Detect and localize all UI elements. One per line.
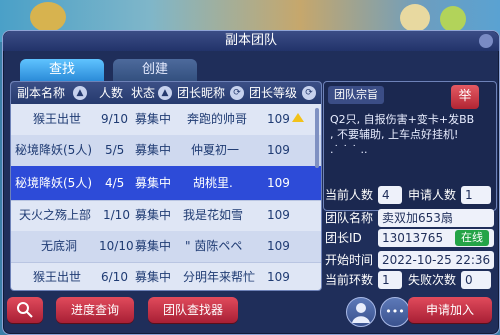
refresh-icon[interactable]: ⟳ — [302, 86, 316, 100]
member-count: 5/5 — [105, 143, 125, 157]
team-status: 募集中 — [135, 208, 172, 222]
more-icon: ••• — [385, 305, 405, 318]
search-button[interactable] — [7, 297, 43, 323]
current-round-value: 1 — [378, 271, 402, 289]
list-scrollbar[interactable] — [315, 108, 319, 168]
table-header: 副本名称 ▲ 人数 状态 ▲ 团长昵称 ⟳ 团长等级 ⟳ — [11, 82, 321, 104]
start-time-label: 开始时间 — [325, 253, 374, 267]
team-dungeon-panel: 副本团队 查找 创建 副本名称 ▲ 人数 状态 ▲ 团长昵称 ⟳ 团长等级 ⟳ … — [2, 30, 500, 335]
team-name-label: 团队名称 — [325, 211, 374, 225]
person-icon — [352, 303, 370, 323]
current-round-label: 当前环数 — [325, 273, 374, 287]
header-status[interactable]: 状态 — [131, 82, 155, 104]
panel-title: 副本团队 — [3, 31, 499, 51]
dungeon-name: 猴王出世 — [33, 270, 82, 284]
refresh-icon[interactable]: ⟳ — [230, 86, 244, 100]
team-status: 募集中 — [135, 270, 172, 284]
scene-creature — [440, 6, 466, 32]
member-count: 4/5 — [105, 176, 125, 190]
leader-level: 109 — [267, 239, 290, 253]
member-count: 1/10 — [103, 208, 130, 222]
member-count: 10/10 — [99, 239, 134, 253]
declaration-text: Q2只, 自报伤害+变卡+发BB , 不要辅助, 上车点好挂机! .˙ ˙ ˙ … — [330, 113, 475, 156]
table-row[interactable]: 猴王出世 6/10 募集中 分明年来帮忙 109 — [11, 262, 321, 290]
team-list: 副本名称 ▲ 人数 状态 ▲ 团长昵称 ⟳ 团长等级 ⟳ 猴王出世 9/10 募… — [10, 81, 322, 291]
leader-level: 109 — [267, 176, 290, 190]
current-count-value: 4 — [378, 186, 402, 204]
team-name-value: 卖双加653扇 — [378, 209, 494, 227]
leader-name: 我是花如雪 — [183, 208, 244, 222]
more-options-button[interactable]: ••• — [380, 297, 410, 327]
leader-level: 109 — [267, 270, 290, 284]
team-finder-button[interactable]: 团队查找器 — [148, 297, 238, 323]
scene-creature — [30, 2, 66, 32]
leader-name: 分明年来帮忙 — [183, 270, 256, 284]
fail-count-label: 失败次数 — [408, 273, 457, 287]
dungeon-name: 秘境降妖(5人) — [15, 143, 92, 157]
member-count: 6/10 — [101, 270, 128, 284]
applicants-label: 申请人数 — [408, 188, 457, 202]
declaration-title: 团队宗旨 — [328, 86, 384, 104]
leader-level: 109 — [267, 143, 290, 157]
team-status: 募集中 — [135, 143, 172, 157]
team-status: 募集中 — [135, 176, 172, 190]
level-up-icon — [292, 113, 304, 122]
start-time-value: 2022-10-25 22:36 — [378, 251, 494, 269]
table-row[interactable]: 无底洞 10/10 募集中 " 茵陈ペペ 109 — [11, 231, 321, 263]
team-status: 募集中 — [135, 239, 172, 253]
leader-name: 仲夏初一 — [191, 143, 240, 157]
fail-count-value: 0 — [461, 271, 491, 289]
header-level[interactable]: 团长等级 — [249, 82, 297, 104]
scene-creature — [400, 4, 430, 32]
sort-icon[interactable]: ▲ — [158, 86, 172, 100]
close-icon[interactable] — [479, 34, 493, 48]
table-row[interactable]: 天火之殇上部 1/10 募集中 我是花如雪 109 — [11, 200, 321, 232]
leader-name: " 茵陈ペペ — [185, 239, 243, 253]
search-icon — [17, 302, 33, 318]
current-count-label: 当前人数 — [325, 188, 374, 202]
applicants-value: 1 — [461, 186, 491, 204]
header-count[interactable]: 人数 — [99, 82, 123, 104]
dungeon-name: 无底洞 — [41, 239, 78, 253]
table-row-selected[interactable]: 秘境降妖(5人) 4/5 募集中 胡桃里. 109 — [11, 166, 321, 201]
online-status-badge: 在线 — [455, 230, 489, 246]
tab-search[interactable]: 查找 — [20, 59, 104, 81]
tab-create[interactable]: 创建 — [113, 59, 197, 81]
dungeon-name: 秘境降妖(5人) — [15, 176, 92, 190]
dungeon-name: 天火之殇上部 — [19, 208, 92, 222]
progress-query-button[interactable]: 进度查询 — [56, 297, 134, 323]
header-dungeon-name[interactable]: 副本名称 — [17, 82, 65, 104]
sort-icon[interactable]: ▲ — [73, 86, 87, 100]
table-row[interactable]: 秘境降妖(5人) 5/5 募集中 仲夏初一 109 — [11, 135, 321, 167]
leader-level: 109 — [267, 112, 290, 126]
current-count-row: 当前人数 — [325, 186, 373, 204]
team-status: 募集中 — [135, 112, 172, 126]
avatar-button[interactable] — [346, 297, 376, 327]
leader-level: 109 — [267, 208, 290, 222]
leader-name: 胡桃里. — [193, 176, 233, 190]
dungeon-name: 猴王出世 — [33, 112, 82, 126]
leader-name: 奔跑的帅哥 — [187, 112, 248, 126]
table-row[interactable]: 猴王出世 9/10 募集中 奔跑的帅哥 109 — [11, 104, 321, 136]
report-button[interactable]: 举 — [451, 85, 479, 109]
leader-id-label: 团长ID — [325, 231, 362, 245]
apply-join-button[interactable]: 申请加入 — [408, 297, 492, 323]
header-leader[interactable]: 团长昵称 — [177, 82, 225, 104]
member-count: 9/10 — [101, 112, 128, 126]
